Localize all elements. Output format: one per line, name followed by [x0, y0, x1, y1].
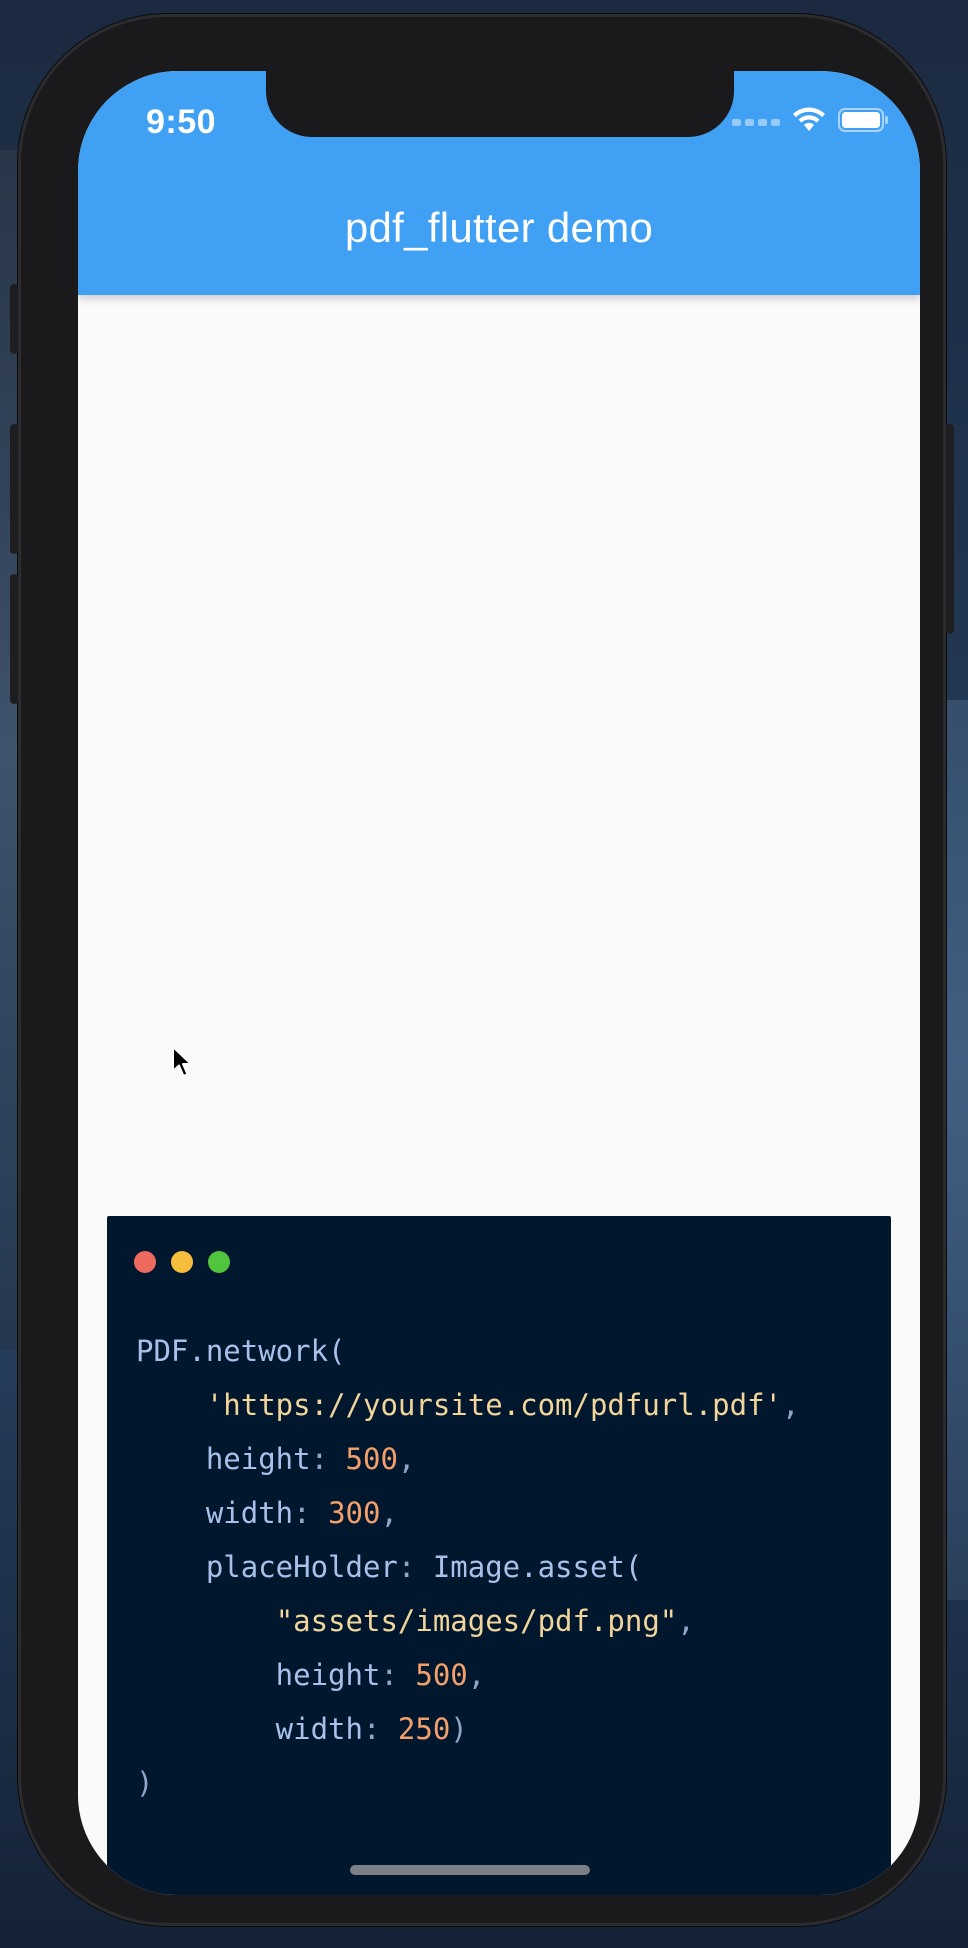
code-block: PDF.network( 'https://yoursite.com/pdfur…: [136, 1324, 799, 1810]
code-token: width: [136, 1712, 363, 1746]
code-token: ): [450, 1712, 468, 1746]
close-dot-icon: [134, 1251, 156, 1273]
window-controls: [134, 1251, 230, 1273]
cellular-signal-icon: [732, 118, 780, 126]
code-token: ,: [380, 1496, 398, 1530]
mouse-cursor-icon: [171, 1045, 193, 1084]
maximize-dot-icon: [208, 1251, 230, 1273]
code-token: height: [136, 1658, 381, 1692]
volume-down-button: [10, 574, 18, 704]
code-line: height: 500,: [136, 1432, 799, 1486]
app-bar-title: pdf_flutter demo: [344, 204, 654, 251]
phone-frame: 9:50 pdf_flutter demo PDF.network('http…: [10, 14, 954, 1926]
home-indicator[interactable]: [350, 1865, 590, 1875]
code-line: 'https://yoursite.com/pdfurl.pdf',: [136, 1378, 800, 1432]
code-token: 500: [415, 1658, 468, 1692]
code-token: :: [362, 1712, 398, 1746]
code-token: :: [397, 1550, 433, 1584]
code-token: "assets/images/pdf.png": [275, 1604, 678, 1638]
code-token: :: [293, 1496, 329, 1530]
code-token: 500: [345, 1442, 398, 1476]
code-token: ,: [397, 1442, 416, 1476]
code-line: ): [136, 1756, 799, 1810]
code-token: 250: [397, 1712, 451, 1746]
code-line: PDF.network(: [136, 1324, 799, 1378]
code-token: 300: [328, 1496, 381, 1530]
status-icons: [732, 107, 890, 137]
volume-up-button: [10, 424, 18, 554]
app-bar: 9:50 pdf_flutter demo: [78, 71, 920, 295]
code-token: ): [136, 1766, 154, 1800]
code-token: ,: [782, 1388, 800, 1422]
code-line: width: 250): [136, 1702, 799, 1756]
code-token: width: [136, 1496, 294, 1530]
code-line: height: 500,: [136, 1648, 799, 1702]
code-token: height: [136, 1442, 311, 1476]
device-screen: 9:50 pdf_flutter demo PDF.network('http…: [78, 71, 920, 1895]
notch: [266, 71, 734, 137]
mute-switch: [10, 284, 18, 354]
minimize-dot-icon: [171, 1251, 193, 1273]
code-line: "assets/images/pdf.png",: [136, 1594, 799, 1648]
code-line: width: 300,: [136, 1486, 799, 1540]
power-button: [946, 424, 954, 634]
wifi-icon: [792, 107, 826, 138]
code-token: ,: [467, 1658, 486, 1692]
code-line: placeHolder: Image.asset(: [136, 1540, 799, 1594]
code-token: PDF.network(: [136, 1334, 346, 1368]
status-time: 9:50: [146, 103, 217, 141]
code-token: ,: [677, 1604, 695, 1638]
code-token: placeHolder: [136, 1550, 398, 1584]
code-token: :: [380, 1658, 416, 1692]
code-token: 'https://yoursite.com/pdfurl.pdf': [205, 1388, 783, 1422]
code-token: :: [310, 1442, 346, 1476]
battery-icon: [838, 107, 890, 138]
code-token: Image.asset(: [432, 1550, 643, 1584]
code-snippet-card: PDF.network( 'https://yoursite.com/pdfur…: [107, 1216, 891, 1895]
